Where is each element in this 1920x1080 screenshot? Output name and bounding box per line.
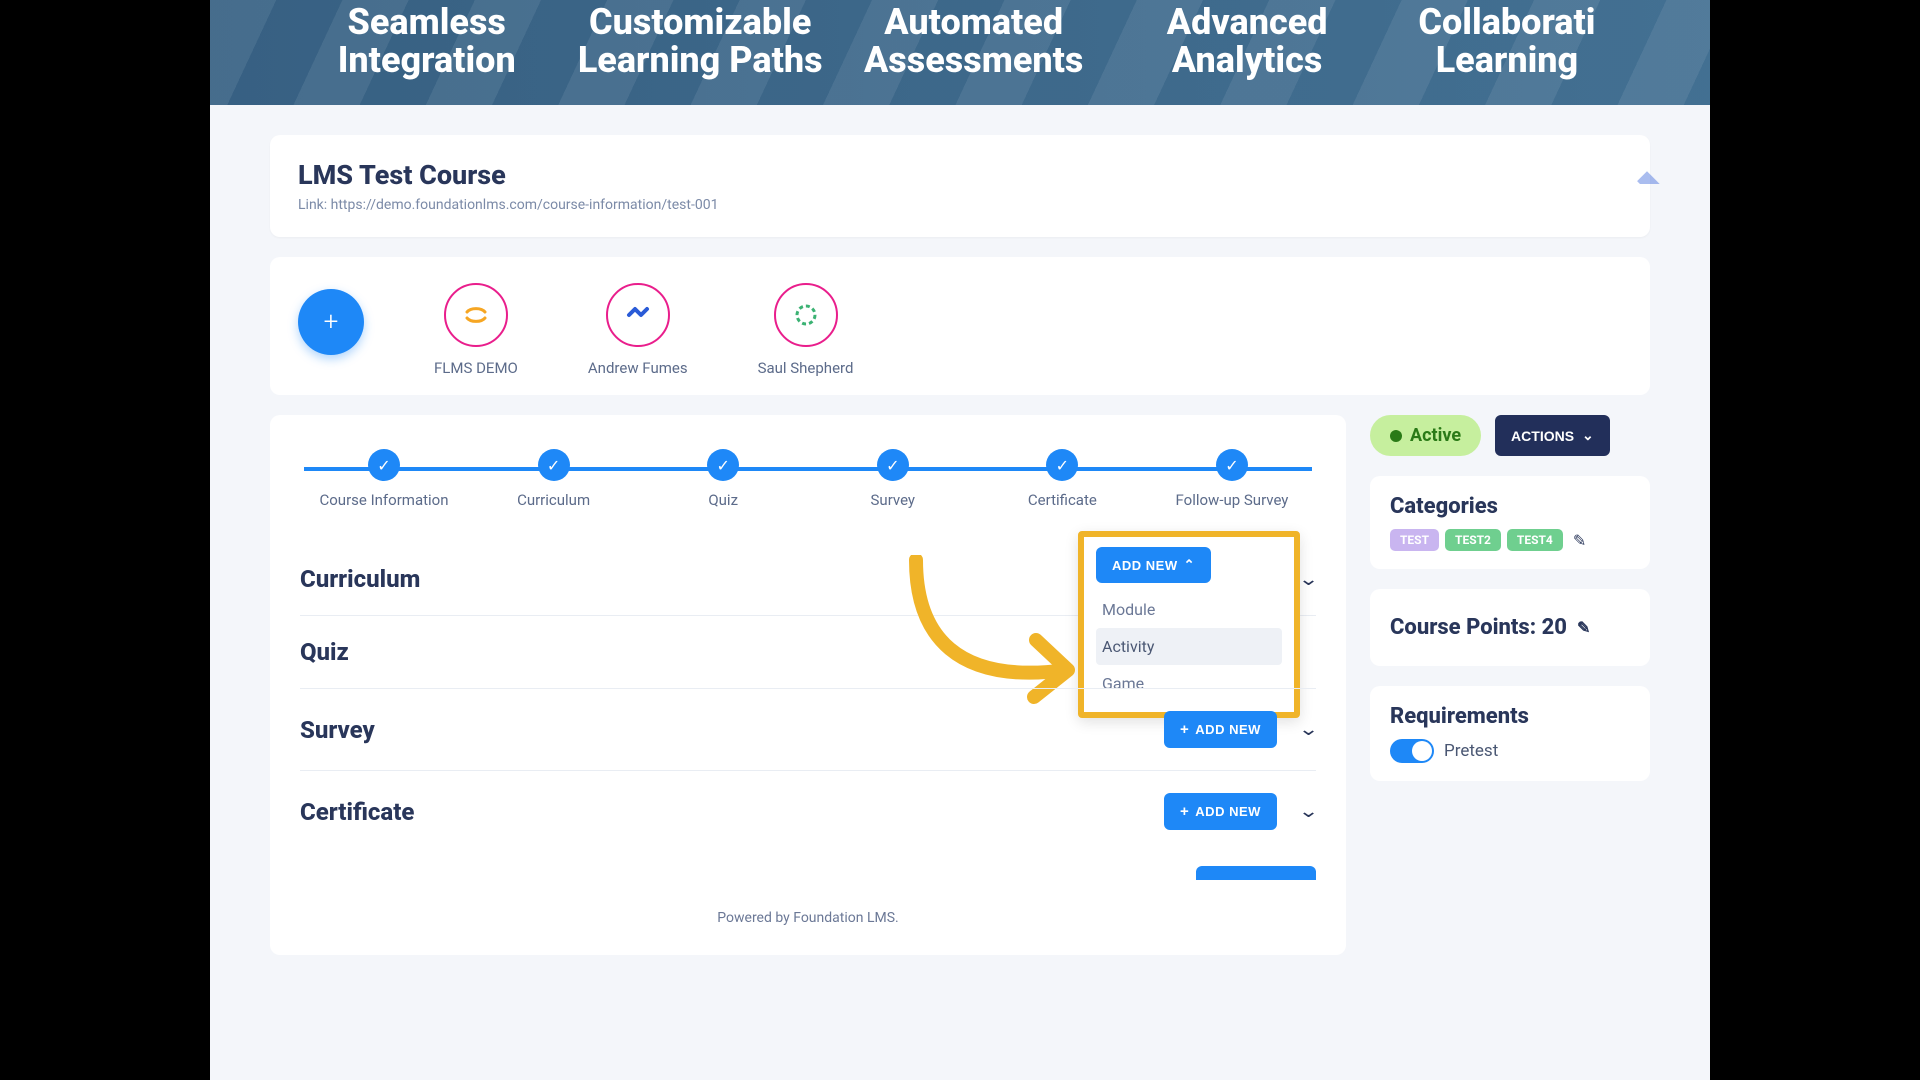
progress-stepper: Course Information Curriculum Quiz Surve… bbox=[304, 449, 1312, 509]
avatar-icon bbox=[774, 283, 838, 347]
course-title: LMS Test Course bbox=[298, 159, 1622, 191]
check-icon bbox=[1216, 449, 1248, 481]
partial-button[interactable] bbox=[1196, 866, 1316, 880]
check-icon bbox=[707, 449, 739, 481]
hero-feature: Advanced Analytics bbox=[1110, 0, 1383, 80]
status-label: Active bbox=[1410, 425, 1461, 446]
pretest-toggle[interactable] bbox=[1390, 739, 1434, 763]
section-survey: Survey + ADD NEW ⌄ bbox=[300, 689, 1316, 771]
edit-points-icon[interactable]: ✎ bbox=[1577, 618, 1590, 637]
requirements-heading: Requirements bbox=[1390, 704, 1630, 729]
hero-banner: Seamless Integration Customizable Learni… bbox=[210, 0, 1710, 105]
chevron-down-icon: ⌄ bbox=[1582, 427, 1594, 444]
edit-categories-icon[interactable]: ✎ bbox=[1573, 531, 1586, 550]
step-curriculum[interactable]: Curriculum bbox=[474, 449, 634, 509]
avatar-icon bbox=[606, 283, 670, 347]
button-label: ACTIONS bbox=[1511, 428, 1574, 444]
plus-icon: + bbox=[1180, 803, 1189, 820]
category-tag[interactable]: TEST2 bbox=[1445, 529, 1501, 551]
person-item[interactable]: FLMS DEMO bbox=[434, 283, 518, 377]
section-quiz: Quiz bbox=[300, 616, 1316, 689]
requirement-label: Pretest bbox=[1444, 741, 1498, 761]
status-badge: Active bbox=[1370, 415, 1481, 456]
chevron-down-icon[interactable]: ⌄ bbox=[1298, 719, 1319, 740]
add-person-button[interactable]: + bbox=[298, 289, 364, 355]
status-dot-icon bbox=[1390, 430, 1402, 442]
add-new-button[interactable]: + ADD NEW bbox=[1164, 711, 1277, 748]
course-points-label: Course Points: 20 bbox=[1390, 615, 1567, 640]
add-new-button[interactable]: ADD NEW ⌃ bbox=[1096, 547, 1211, 583]
points-card: Course Points: 20 ✎ bbox=[1370, 589, 1650, 666]
step-survey[interactable]: Survey bbox=[813, 449, 973, 509]
button-label: ADD NEW bbox=[1112, 558, 1178, 573]
section-title: Survey bbox=[300, 716, 375, 744]
actions-button[interactable]: ACTIONS ⌄ bbox=[1495, 415, 1610, 456]
button-label: ADD NEW bbox=[1195, 722, 1261, 737]
person-name: Saul Shepherd bbox=[758, 359, 854, 377]
person-name: Andrew Fumes bbox=[588, 359, 688, 377]
category-tag[interactable]: TEST4 bbox=[1507, 529, 1563, 551]
avatar-icon bbox=[444, 283, 508, 347]
categories-heading: Categories bbox=[1390, 494, 1630, 519]
chevron-up-icon: ⌃ bbox=[1184, 557, 1195, 573]
person-item[interactable]: Andrew Fumes bbox=[588, 283, 688, 377]
edit-icon[interactable] bbox=[1634, 171, 1659, 196]
course-link: Link: https://demo.foundationlms.com/cou… bbox=[298, 197, 1622, 213]
check-icon bbox=[1046, 449, 1078, 481]
categories-card: Categories TEST TEST2 TEST4 ✎ bbox=[1370, 476, 1650, 569]
category-tag[interactable]: TEST bbox=[1390, 529, 1439, 551]
course-header-card: LMS Test Course Link: https://demo.found… bbox=[270, 135, 1650, 237]
footer-text: Powered by Foundation LMS. bbox=[300, 910, 1316, 926]
section-title: Certificate bbox=[300, 798, 414, 826]
chevron-down-icon[interactable]: ⌄ bbox=[1298, 801, 1319, 822]
check-icon bbox=[538, 449, 570, 481]
hero-feature: Customizable Learning Paths bbox=[563, 0, 836, 80]
requirements-card: Requirements Pretest bbox=[1370, 686, 1650, 781]
person-item[interactable]: Saul Shepherd bbox=[758, 283, 854, 377]
hero-feature: Seamless Integration bbox=[290, 0, 563, 80]
button-label: ADD NEW bbox=[1195, 804, 1261, 819]
step-quiz[interactable]: Quiz bbox=[643, 449, 803, 509]
instructors-card: + FLMS DEMO Andrew Fumes Saul Shepherd bbox=[270, 257, 1650, 395]
check-icon bbox=[368, 449, 400, 481]
hero-feature: Collaborati Learning bbox=[1384, 0, 1630, 80]
section-certificate: Certificate + ADD NEW ⌄ bbox=[300, 771, 1316, 852]
section-curriculum: Curriculum ⌄ ADD NEW ⌃ Module Activity G… bbox=[300, 543, 1316, 616]
person-name: FLMS DEMO bbox=[434, 359, 518, 377]
chevron-down-icon[interactable]: ⌄ bbox=[1298, 569, 1319, 590]
step-followup-survey[interactable]: Follow-up Survey bbox=[1152, 449, 1312, 509]
add-new-button[interactable]: + ADD NEW bbox=[1164, 793, 1277, 830]
hero-feature: Automated Assessments bbox=[837, 0, 1110, 80]
step-certificate[interactable]: Certificate bbox=[982, 449, 1142, 509]
section-title: Quiz bbox=[300, 638, 349, 666]
check-icon bbox=[877, 449, 909, 481]
plus-icon: + bbox=[1180, 721, 1189, 738]
course-builder-panel: Course Information Curriculum Quiz Surve… bbox=[270, 415, 1346, 955]
section-title: Curriculum bbox=[300, 565, 420, 593]
step-course-information[interactable]: Course Information bbox=[304, 449, 464, 509]
